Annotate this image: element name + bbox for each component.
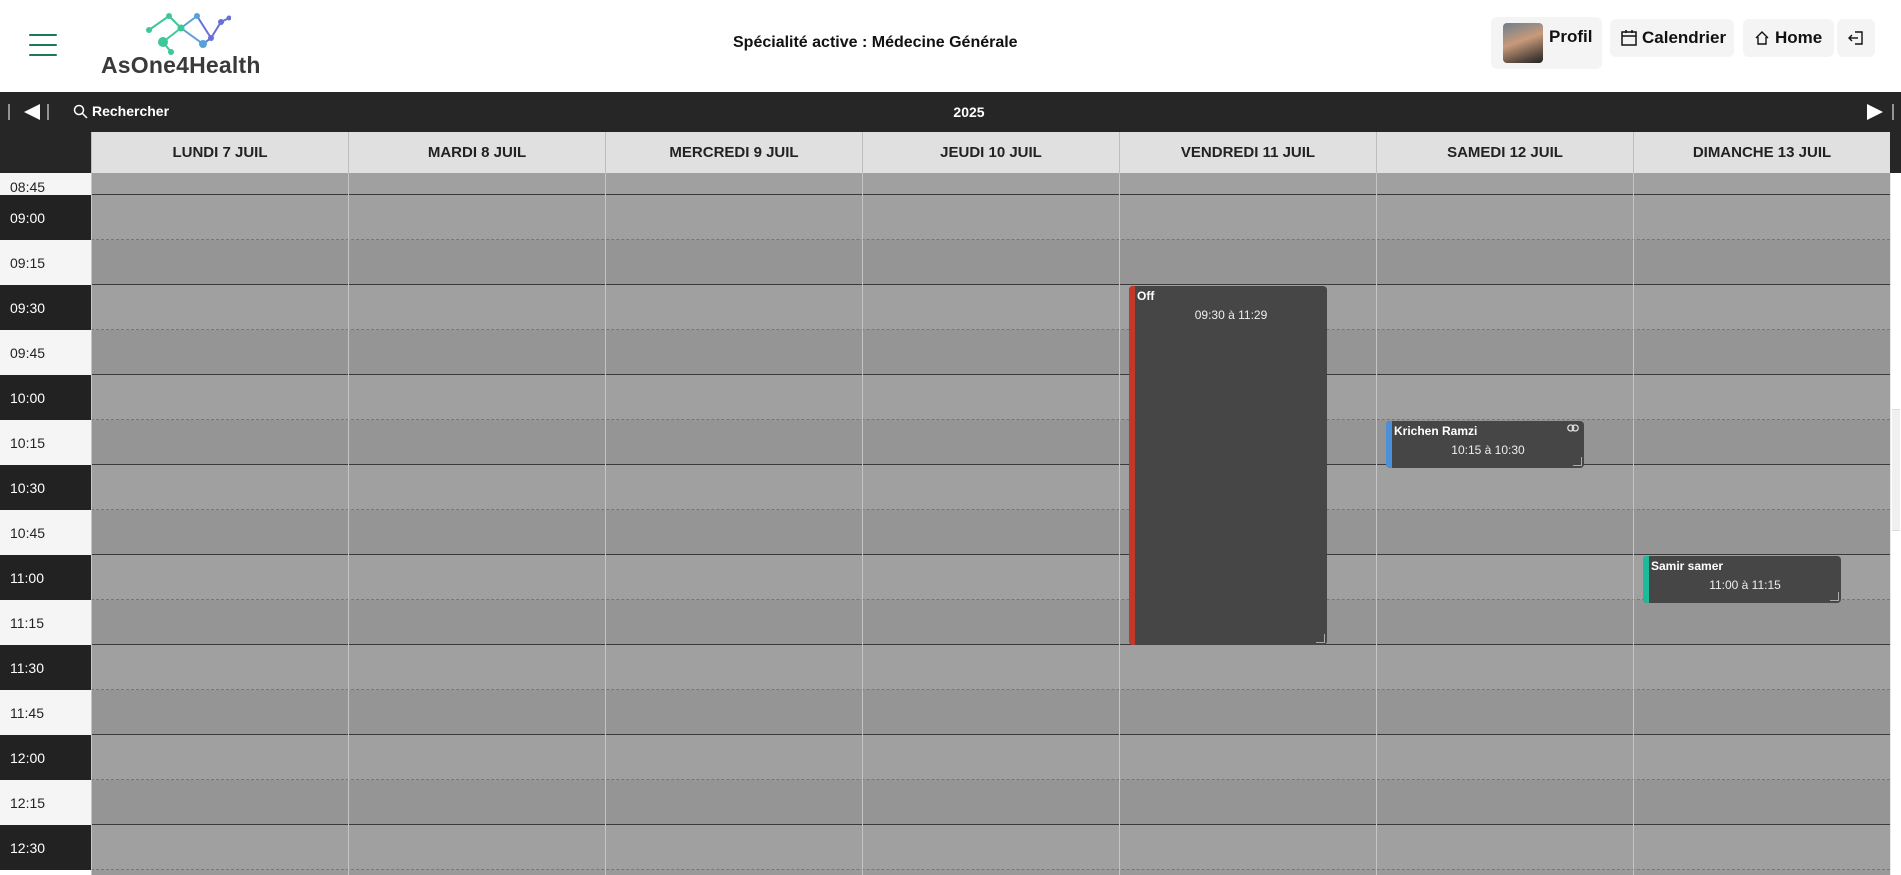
calendar-toolbar: Rechercher 2025: [0, 92, 1901, 132]
time-label: 10:15: [0, 420, 91, 465]
time-label: 12:00: [0, 735, 91, 780]
event-title: Krichen Ramzi: [1394, 424, 1478, 438]
home-button[interactable]: Home: [1743, 19, 1834, 57]
home-label: Home: [1775, 28, 1823, 47]
time-label: 11:00: [0, 555, 91, 600]
next-week-button[interactable]: [1857, 101, 1899, 123]
calendar-icon: [1621, 30, 1637, 46]
event-time: 10:15 à 10:30: [1451, 443, 1525, 457]
time-label: 11:30: [0, 645, 91, 690]
calendar-event[interactable]: Krichen Ramzi 10:15 à 10:30: [1386, 421, 1584, 468]
time-label: 12:15: [0, 780, 91, 825]
logo-text: AsOne4Health: [101, 52, 261, 78]
home-icon: [1755, 31, 1769, 45]
app-logo[interactable]: AsOne4Health: [101, 8, 271, 80]
day-column[interactable]: [605, 173, 862, 875]
current-year: 2025: [953, 104, 985, 120]
calendar-button[interactable]: Calendrier: [1610, 19, 1734, 57]
day-column[interactable]: [1633, 173, 1890, 875]
calendar-label: Calendrier: [1642, 28, 1727, 47]
logout-icon: [1848, 31, 1863, 45]
avatar: [1503, 23, 1543, 63]
week-grid[interactable]: Off 09:30 à 11:29 Krichen Ramzi 10:15 à 10:…: [91, 173, 1890, 875]
scrollbar-thumb[interactable]: [1892, 409, 1900, 531]
day-header[interactable]: SAMEDI 12 JUIL: [1376, 132, 1633, 173]
event-resize-handle[interactable]: [1316, 634, 1325, 643]
time-label: 09:30: [0, 285, 91, 330]
day-header[interactable]: JEUDI 10 JUIL: [862, 132, 1119, 173]
day-header[interactable]: MERCREDI 9 JUIL: [605, 132, 862, 173]
time-label: 10:45: [0, 510, 91, 555]
profile-label: Profil: [1549, 27, 1593, 46]
active-specialty: Spécialité active : Médecine Générale: [733, 34, 1018, 51]
day-column[interactable]: [348, 173, 605, 875]
time-label: 09:45: [0, 330, 91, 375]
event-time: 11:00 à 11:15: [1709, 578, 1781, 592]
logout-button[interactable]: [1837, 19, 1875, 57]
time-label: 11:45: [0, 690, 91, 735]
time-label: 10:30: [0, 465, 91, 510]
event-color-bar: [1129, 286, 1135, 645]
time-label: 09:15: [0, 240, 91, 285]
app-header: AsOne4Health Spécialité active : Médecin…: [0, 0, 1901, 92]
day-column[interactable]: [91, 173, 348, 875]
event-title: Samir samer: [1651, 559, 1724, 573]
logo-network-icon: [146, 13, 231, 55]
event-time: 09:30 à 11:29: [1194, 308, 1268, 322]
day-column[interactable]: [1376, 173, 1633, 875]
triangle-right-icon: [1867, 104, 1894, 120]
time-label: 12:30: [0, 825, 91, 870]
day-header[interactable]: MARDI 8 JUIL: [348, 132, 605, 173]
event-resize-handle[interactable]: [1830, 592, 1839, 601]
day-header[interactable]: VENDREDI 11 JUIL: [1119, 132, 1376, 173]
time-label: 11:15: [0, 600, 91, 645]
link-icon[interactable]: [1567, 424, 1579, 432]
vertical-scrollbar[interactable]: [1890, 173, 1901, 875]
event-title: Off: [1137, 289, 1155, 303]
profile-button[interactable]: Profil: [1491, 17, 1602, 69]
calendar-event[interactable]: Samir samer 11:00 à 11:15: [1643, 556, 1841, 603]
day-column[interactable]: [862, 173, 1119, 875]
day-header[interactable]: LUNDI 7 JUIL: [91, 132, 348, 173]
time-label: 09:00: [0, 195, 91, 240]
hamburger-icon[interactable]: [29, 32, 57, 58]
day-header[interactable]: DIMANCHE 13 JUIL: [1633, 132, 1890, 173]
event-resize-handle[interactable]: [1573, 457, 1582, 466]
time-label: 10:00: [0, 375, 91, 420]
calendar-event[interactable]: Off 09:30 à 11:29: [1129, 286, 1327, 645]
